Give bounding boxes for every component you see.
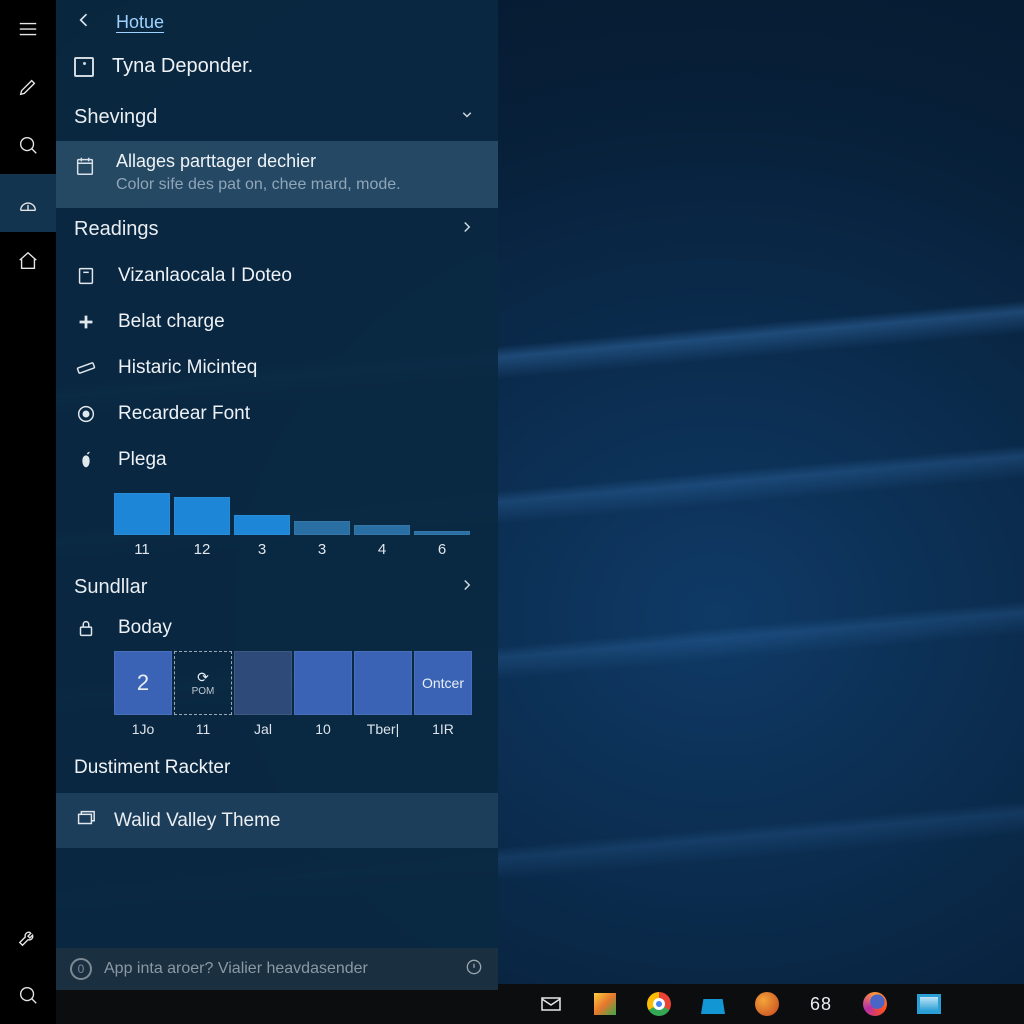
- pen-icon[interactable]: [0, 58, 56, 116]
- search-bottom-icon[interactable]: [0, 966, 56, 1024]
- readings-item-belat[interactable]: Belat charge: [56, 299, 498, 345]
- ruler-icon: [74, 357, 98, 379]
- readings-item-vizan[interactable]: Vizanlaocala I Doteo: [56, 253, 498, 299]
- tile-label: Jal: [234, 721, 292, 737]
- list-item-label: Plega: [118, 449, 167, 471]
- readings-item-plega[interactable]: Plega: [56, 437, 498, 483]
- taskbar-photos-icon[interactable]: [916, 991, 942, 1017]
- back-button[interactable]: [74, 10, 94, 35]
- chart-xlabel: 12: [174, 541, 230, 558]
- nav-rail: [0, 0, 56, 1024]
- layers-icon: [74, 807, 96, 834]
- taskbar-chrome-icon[interactable]: [646, 991, 672, 1017]
- plus-icon: [74, 311, 98, 333]
- book-icon: [74, 265, 98, 287]
- home-icon[interactable]: [0, 232, 56, 290]
- chart-xlabel: 4: [354, 541, 410, 558]
- chart-bar: [234, 515, 290, 535]
- taskbar-firefox-icon[interactable]: [862, 991, 888, 1017]
- hamburger-icon[interactable]: [0, 0, 56, 58]
- account-name: Tyna Deponder.: [112, 55, 253, 78]
- apple-icon: [74, 449, 98, 471]
- tile[interactable]: [234, 651, 292, 715]
- list-item-label: Histaric Micinteq: [118, 357, 257, 379]
- shevingd-item-title: Allages parttager dechier: [116, 151, 401, 172]
- chart-bar: [294, 521, 350, 535]
- section-shevingd[interactable]: Shevingd: [56, 96, 498, 141]
- shevingd-item-sub: Color sife des pat on, chee mard, mode.: [116, 176, 401, 194]
- chart-xlabel: 11: [114, 541, 170, 558]
- usage-chart: 11123346: [56, 483, 498, 566]
- taskbar: 68: [0, 984, 1024, 1024]
- readings-item-recardear[interactable]: Recardear Font: [56, 391, 498, 437]
- chart-bar: [354, 525, 410, 535]
- tiles-row: 2⟳POM Ontcer 1Jo11Jal10Tber|1IR: [56, 645, 498, 743]
- chevron-right-icon: [458, 218, 476, 241]
- taskbar-mail-icon[interactable]: [538, 991, 564, 1017]
- section-label: Readings: [74, 218, 159, 241]
- search-placeholder: App inta aroer? Vialier heavdasender: [104, 960, 452, 978]
- list-item-label: Belat charge: [118, 311, 225, 333]
- lock-icon: [74, 617, 98, 639]
- section-dustiment[interactable]: Dustiment Rackter: [56, 743, 498, 789]
- readings-item-histaric[interactable]: Histaric Micinteq: [56, 345, 498, 391]
- tile[interactable]: 2: [114, 651, 172, 715]
- section-label: Sundllar: [74, 576, 147, 599]
- taskbar-app1-icon[interactable]: [592, 991, 618, 1017]
- taskbar-app2-icon[interactable]: [754, 991, 780, 1017]
- tile[interactable]: ⟳POM: [174, 651, 232, 715]
- target-icon: [74, 403, 98, 425]
- theme-row[interactable]: Walid Valley Theme: [56, 793, 498, 848]
- start-panel: Hotue Tyna Deponder. Shevingd Allages pa…: [56, 0, 498, 990]
- sundllar-boday[interactable]: Boday: [56, 611, 498, 645]
- chart-xlabel: 6: [414, 541, 470, 558]
- list-item-label: Recardear Font: [118, 403, 250, 425]
- account-row[interactable]: Tyna Deponder.: [56, 41, 498, 96]
- theme-label: Walid Valley Theme: [114, 810, 281, 832]
- section-label: Shevingd: [74, 106, 157, 129]
- list-item-label: Vizanlaocala I Doteo: [118, 265, 292, 287]
- cortana-icon: 0: [70, 958, 92, 980]
- section-readings[interactable]: Readings: [56, 208, 498, 253]
- tile[interactable]: [294, 651, 352, 715]
- chevron-right-icon: [458, 576, 476, 599]
- section-sundllar[interactable]: Sundllar: [56, 566, 498, 611]
- tile-label: 10: [294, 721, 352, 737]
- tile-label: 1Jo: [114, 721, 172, 737]
- search-icon[interactable]: [0, 116, 56, 174]
- taskbar-store-icon[interactable]: [700, 991, 726, 1017]
- gauge-icon[interactable]: [0, 174, 56, 232]
- tile[interactable]: Ontcer: [414, 651, 472, 715]
- tile-label: 11: [174, 721, 232, 737]
- calendar-icon: [74, 151, 98, 182]
- chart-bar: [114, 493, 170, 535]
- list-item-label: Boday: [118, 617, 172, 639]
- chart-bar: [174, 497, 230, 535]
- taskbar-clock[interactable]: 68: [808, 991, 834, 1017]
- chart-xlabel: 3: [234, 541, 290, 558]
- account-icon: [74, 57, 94, 77]
- shevingd-item[interactable]: Allages parttager dechier Color sife des…: [56, 141, 498, 208]
- tile-label: Tber|: [354, 721, 412, 737]
- tile[interactable]: [354, 651, 412, 715]
- wrench-icon[interactable]: [0, 908, 56, 966]
- breadcrumb[interactable]: Hotue: [112, 12, 164, 33]
- chevron-down-icon: [458, 106, 476, 129]
- mic-icon[interactable]: [464, 957, 484, 982]
- tile-label: 1IR: [414, 721, 472, 737]
- chart-xlabel: 3: [294, 541, 350, 558]
- chart-bar: [414, 531, 470, 535]
- panel-search[interactable]: 0 App inta aroer? Vialier heavdasender: [56, 948, 498, 990]
